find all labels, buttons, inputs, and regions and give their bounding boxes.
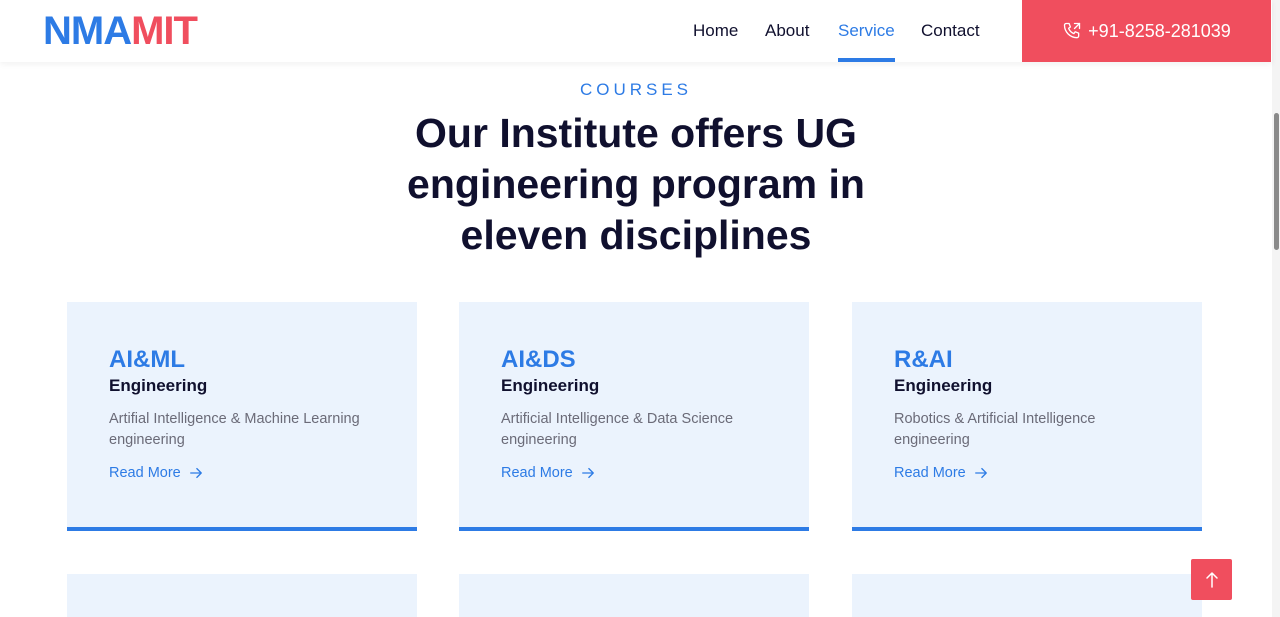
logo-text-red: MIT xyxy=(131,9,198,53)
card-subtitle: Engineering xyxy=(501,376,600,395)
nav-home[interactable]: Home xyxy=(693,0,738,62)
logo-text-blue: NMA xyxy=(43,9,132,53)
course-card-aids[interactable]: AI&DS Engineering Artificial Intelligenc… xyxy=(459,302,809,531)
card-title: AI&ML xyxy=(109,346,185,373)
logo[interactable]: NMAMIT xyxy=(43,9,198,53)
course-card-rai[interactable]: R&AI Engineering Robotics & Artificial I… xyxy=(852,302,1202,531)
read-more-label: Read More xyxy=(109,465,181,481)
arrow-right-icon xyxy=(189,467,202,479)
nav-about[interactable]: About xyxy=(765,0,809,62)
phone-icon xyxy=(1064,22,1081,39)
card-subtitle: Engineering xyxy=(109,376,208,395)
phone-number: +91-8258-281039 xyxy=(1088,20,1231,41)
scrollbar-track[interactable] xyxy=(1272,0,1280,617)
arrow-up-icon xyxy=(1205,571,1218,588)
card-subtitle: Engineering xyxy=(894,376,993,395)
section-eyebrow: COURSES xyxy=(579,80,693,99)
read-more-link[interactable]: Read More xyxy=(109,465,417,481)
card-description: Robotics & Artificial Intelligence engin… xyxy=(894,411,1096,448)
scrollbar-thumb[interactable] xyxy=(1274,113,1279,250)
nav-contact[interactable]: Contact xyxy=(921,0,980,62)
arrow-right-icon xyxy=(581,467,594,479)
course-card-aiml[interactable]: AI&ML Engineering Artifial Intelligence … xyxy=(67,302,417,531)
read-more-link[interactable]: Read More xyxy=(501,465,809,481)
card-description: Artifial Intelligence & Machine Learning… xyxy=(109,411,360,448)
arrow-right-icon xyxy=(974,467,987,479)
read-more-label: Read More xyxy=(894,465,966,481)
card-title: R&AI xyxy=(894,346,953,373)
back-to-top-button[interactable] xyxy=(1191,559,1232,600)
card-description: Artificial Intelligence & Data Science e… xyxy=(501,411,734,448)
read-more-link[interactable]: Read More xyxy=(894,465,1202,481)
phone-button[interactable]: +91-8258-281039 xyxy=(1022,0,1271,62)
nav-service[interactable]: Service xyxy=(838,0,895,62)
course-card-partial[interactable] xyxy=(852,574,1202,617)
course-card-partial[interactable] xyxy=(67,574,417,617)
navbar: NMAMIT Home About Service Contact +91-82… xyxy=(0,0,1272,62)
course-card-partial[interactable] xyxy=(459,574,809,617)
card-title: AI&DS xyxy=(501,346,576,373)
read-more-label: Read More xyxy=(501,465,573,481)
section-headline: Our Institute offers UG engineering prog… xyxy=(407,110,865,258)
